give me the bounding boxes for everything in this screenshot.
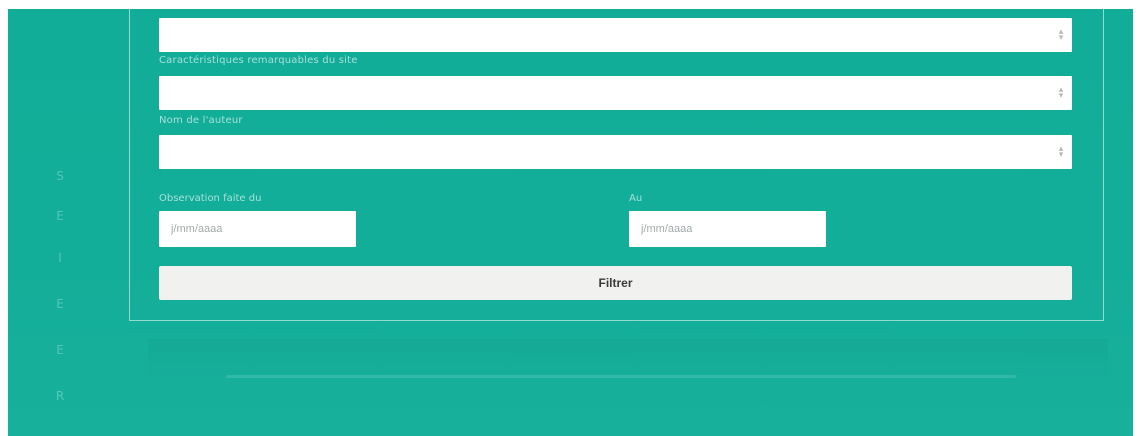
label-date-from: Observation faite du (159, 193, 262, 204)
side-letter: E (56, 343, 64, 357)
chevron-down-icon: ▴ ▾ (1058, 144, 1064, 160)
side-letter: S (56, 169, 64, 183)
label-author: Nom de l'auteur (159, 115, 243, 126)
select-author[interactable]: ▴ ▾ (159, 135, 1072, 169)
date-from-input[interactable] (159, 211, 356, 247)
chevron-down-icon: ▴ ▾ (1058, 27, 1064, 43)
side-letter: E (56, 209, 64, 223)
date-to-input[interactable] (629, 211, 826, 247)
filter-button[interactable]: Filtrer (159, 266, 1072, 300)
chevron-down-icon: ▴ ▾ (1058, 85, 1064, 101)
select-characteristics[interactable]: ▴ ▾ (159, 76, 1072, 110)
page-background: S E I E E R ▴ ▾ Caractéristiques remarqua… (8, 9, 1133, 436)
label-date-to: Au (629, 193, 643, 204)
panel-shadow (148, 339, 1108, 379)
side-letter: R (55, 389, 65, 403)
divider (226, 375, 1016, 378)
label-characteristics: Caractéristiques remarquables du site (159, 55, 358, 66)
side-letter: I (58, 251, 62, 265)
select-top[interactable]: ▴ ▾ (159, 18, 1072, 52)
side-letter: E (56, 297, 64, 311)
